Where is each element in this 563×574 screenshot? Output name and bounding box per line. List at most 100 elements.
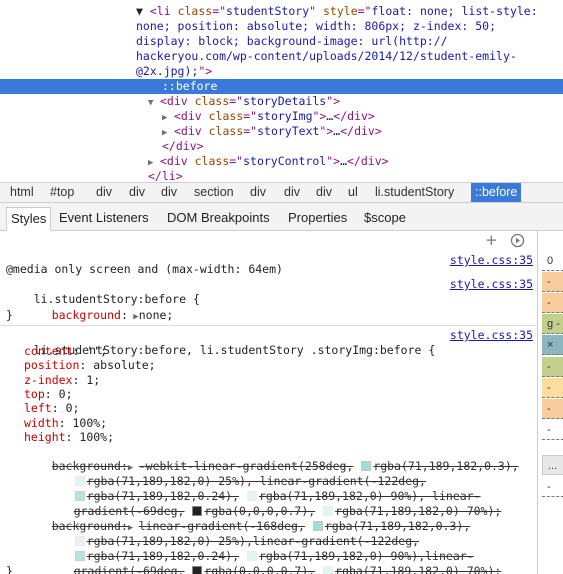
dom-token: <div [174, 124, 209, 138]
metrics-value: 0 [542, 251, 563, 271]
metrics-value: - [542, 420, 563, 440]
property-value[interactable]: ''; [86, 344, 107, 358]
dom-token: </div> [340, 124, 382, 138]
dom-token: <div [174, 109, 209, 123]
dom-token: </div> [333, 109, 375, 123]
breadcrumb-item[interactable]: div [157, 183, 181, 202]
dom-token: =" [243, 124, 258, 138]
dom-token: </li> [148, 169, 183, 182]
property-name[interactable]: top [24, 387, 45, 401]
property-value[interactable]: 0; [59, 387, 73, 401]
dom-token: ::before [162, 79, 218, 93]
tab-properties[interactable]: Properties [284, 207, 351, 231]
elements-dom-tree[interactable]: ▼ <li class="studentStory" style="float:… [0, 0, 563, 182]
property-name[interactable]: height [24, 430, 66, 444]
dom-token: =" [243, 109, 258, 123]
property-value[interactable]: 100%; [72, 416, 107, 430]
dom-token: </div> [347, 154, 389, 168]
property-name[interactable]: content [24, 344, 72, 358]
dom-token: class [194, 154, 230, 168]
tab-dom-breakpoints[interactable]: DOM Breakpoints [163, 207, 274, 231]
breadcrumb-item[interactable]: #top [46, 183, 78, 202]
metrics-value: × 620 [542, 335, 563, 371]
dom-token: "> [198, 64, 213, 78]
css-declaration[interactable]: left: 0; [24, 401, 537, 416]
dom-token: float: none; list-style: [371, 4, 538, 18]
metrics-value: - [542, 399, 563, 419]
property-name[interactable]: width [24, 416, 59, 430]
property-name[interactable]: z-index [24, 373, 72, 387]
breadcrumb-item[interactable]: ul [344, 183, 362, 202]
dom-node[interactable]: ▼ <div class="storyDetails"> [0, 94, 563, 109]
metrics-value: ... [542, 455, 563, 475]
tab-scope[interactable]: $scope [360, 207, 410, 231]
dom-token: =" [212, 4, 227, 18]
property-value[interactable]: absolute; [93, 358, 155, 372]
dom-token: <li [149, 4, 178, 18]
css-declaration[interactable]: width: 100%; [24, 416, 537, 431]
css-declaration[interactable]: position: absolute; [24, 358, 537, 373]
dom-node[interactable]: ▶ <div class="storyImg">…</div> [0, 109, 563, 124]
dom-token: <div [160, 154, 195, 168]
breadcrumb-item[interactable]: ::before [471, 183, 522, 202]
property-name[interactable]: position [24, 358, 79, 372]
metrics-value: - [542, 272, 563, 292]
dom-node[interactable]: none; position: absolute; width: 806px; … [0, 19, 563, 34]
tab-styles[interactable]: Styles [6, 207, 52, 231]
media-query: @media only screen and (max-width: 64em) [6, 262, 283, 276]
breadcrumb-item[interactable]: div [280, 183, 304, 202]
metrics-value: g - [542, 314, 563, 334]
dom-token: ▼ [136, 4, 150, 18]
dom-token: storyText [257, 124, 320, 138]
dom-node[interactable]: </li> [0, 169, 563, 182]
dom-token: =" [229, 154, 244, 168]
sidebar-tabs: Styles Event Listeners DOM Breakpoints Prop… [0, 203, 563, 231]
dom-node[interactable]: </div> [0, 139, 563, 154]
dom-node[interactable]: ▼ <li class="studentStory" style="float:… [0, 4, 563, 19]
metrics-value: - [542, 357, 563, 377]
breadcrumb: html #top div div div section div div div ul li.st… [0, 182, 563, 203]
dom-node[interactable]: ▶ <div class="storyText">…</div> [0, 124, 563, 139]
metrics-value: - [542, 293, 563, 313]
dom-node-selected[interactable]: ::before [0, 79, 563, 94]
property-value[interactable]: 0; [66, 401, 80, 415]
dom-token: "> [326, 94, 341, 108]
styles-pane: + style.css:35 @media only screen and (m… [0, 231, 537, 574]
breadcrumb-item[interactable]: div [92, 183, 116, 202]
dom-token: class [208, 124, 244, 138]
breadcrumb-item[interactable]: div [246, 183, 270, 202]
breadcrumb-item[interactable]: div [125, 183, 149, 202]
source-link[interactable]: style.css:35 [450, 277, 533, 292]
dom-token: =" [229, 94, 244, 108]
dom-node[interactable]: ▶ <div class="storyControl">…</div> [0, 154, 563, 169]
rule-close: } [6, 308, 13, 322]
dom-node[interactable]: @2x.jpg);"> [0, 64, 563, 79]
dom-node[interactable]: display: block; background-image: url(ht… [0, 34, 563, 49]
property-value[interactable]: 100%; [79, 430, 114, 444]
property-value[interactable]: 1; [86, 373, 100, 387]
css-declaration[interactable]: top: 0; [24, 387, 537, 402]
dom-token: =" [357, 4, 372, 18]
css-declaration[interactable]: z-index: 1; [24, 373, 537, 388]
breadcrumb-item[interactable]: html [6, 183, 38, 202]
dom-token: "> [326, 154, 341, 168]
dom-node[interactable]: hackeryou.com/wp-content/uploads/2014/12… [0, 49, 563, 64]
tab-event-listeners[interactable]: Event Listeners [55, 207, 153, 231]
css-declaration[interactable]: height: 100%; [24, 430, 537, 445]
rule-close: } [6, 564, 13, 574]
property-name[interactable]: left [24, 401, 52, 415]
dom-token: "> [319, 124, 334, 138]
dom-token: " [309, 4, 323, 18]
source-link[interactable]: style.css:35 [446, 328, 533, 343]
breadcrumb-item[interactable]: div [312, 183, 336, 202]
css-declaration[interactable]: content: ''; [24, 344, 537, 359]
metrics-value: - [542, 477, 563, 497]
metrics-value: - [542, 378, 563, 398]
dom-token: storyImg [257, 109, 313, 123]
breadcrumb-item[interactable]: section [190, 183, 238, 202]
dom-token: storyControl [243, 154, 327, 168]
dom-token: <div [160, 94, 195, 108]
dom-token: style [323, 4, 358, 18]
breadcrumb-item[interactable]: li.studentStory [371, 183, 458, 202]
dom-token: … [340, 154, 347, 168]
